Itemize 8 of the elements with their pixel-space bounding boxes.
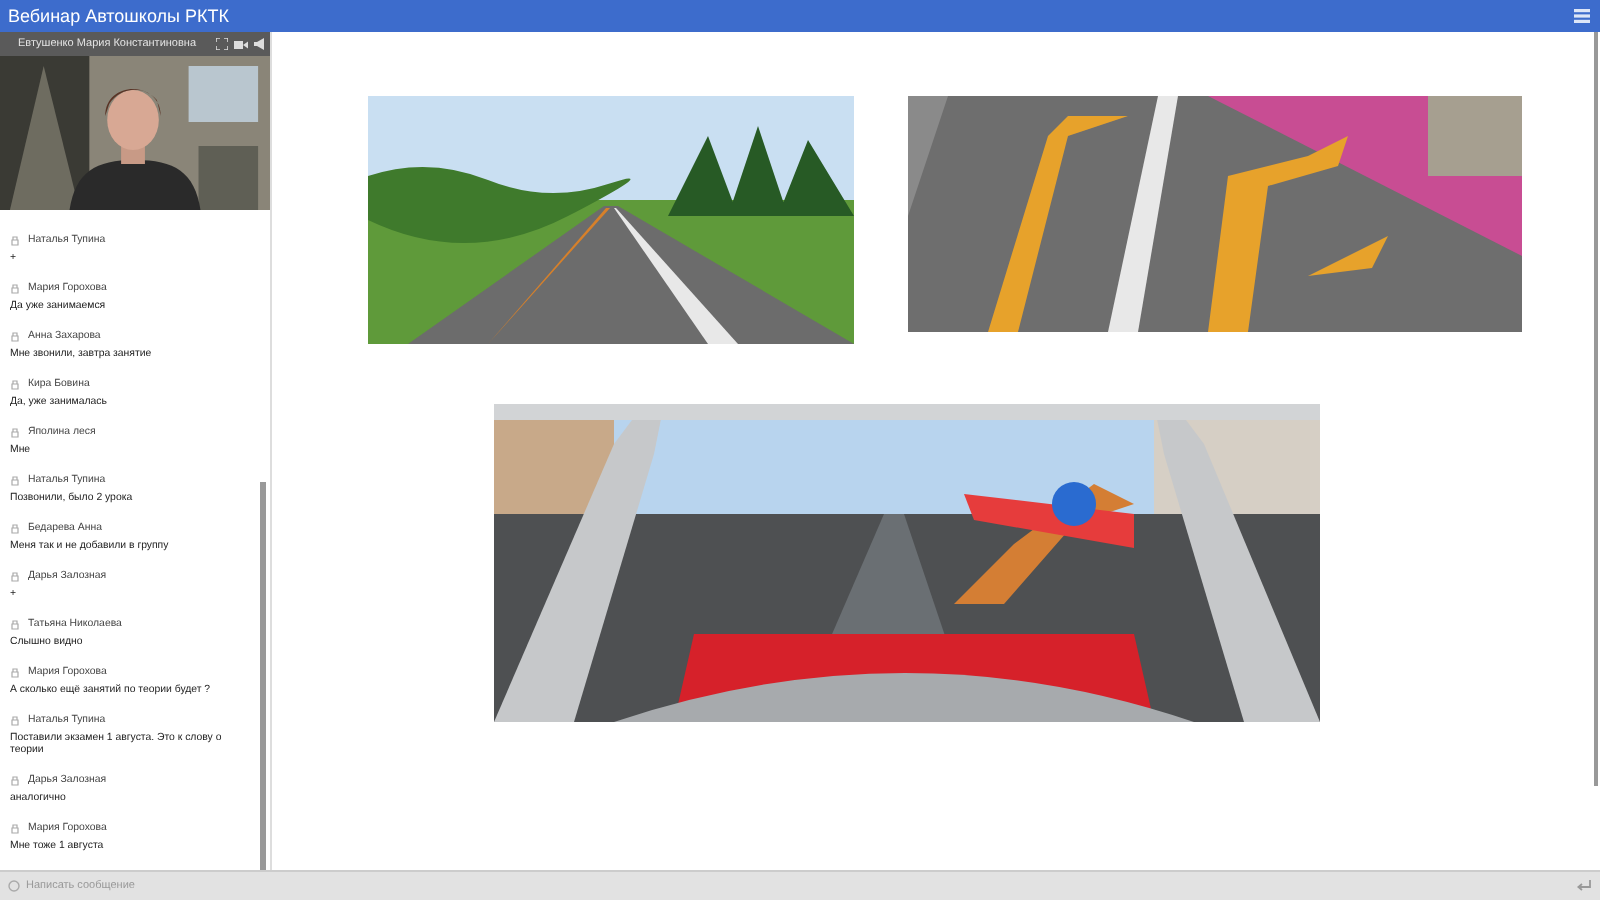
fullscreen-icon[interactable] <box>216 38 228 50</box>
scrollbar-thumb[interactable] <box>1594 32 1598 786</box>
scrollbar-thumb[interactable] <box>260 482 266 870</box>
enter-icon[interactable] <box>1576 880 1592 892</box>
menu-icon[interactable] <box>1574 8 1590 24</box>
speaker-icon[interactable] <box>254 38 264 50</box>
camera-icon[interactable] <box>234 39 248 49</box>
window-title: Вебинар Автошколы РКТК <box>8 6 229 26</box>
